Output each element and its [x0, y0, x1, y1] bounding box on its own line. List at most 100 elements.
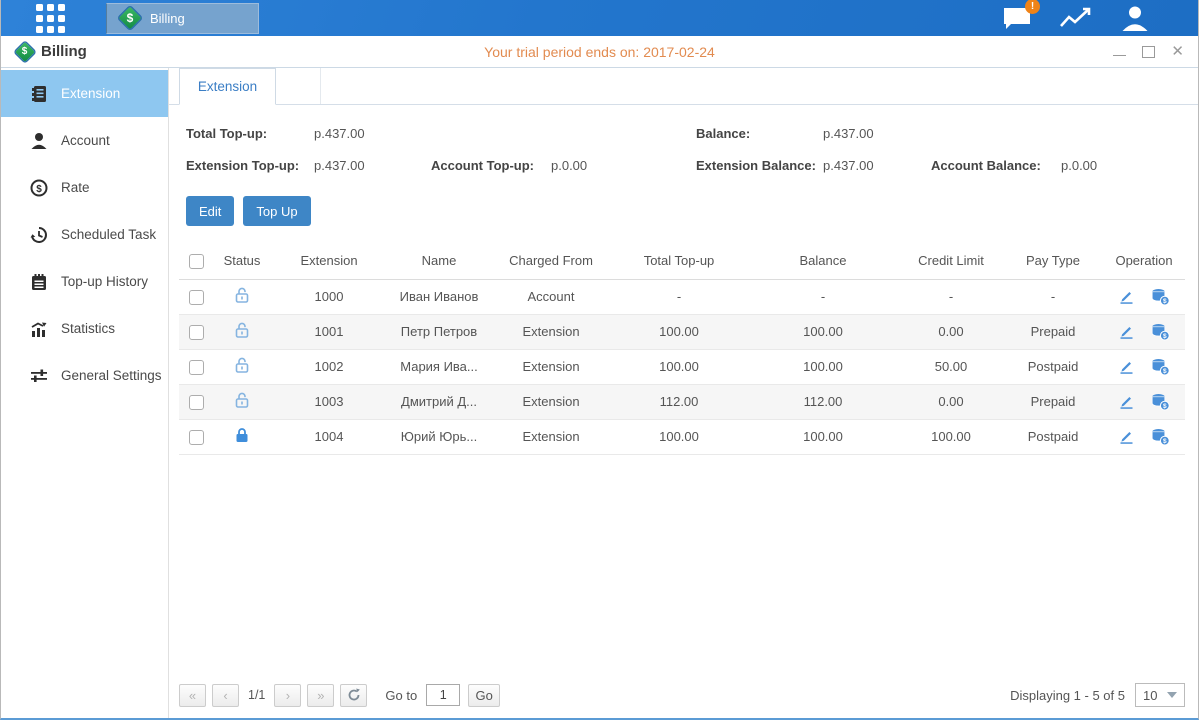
row-checkbox[interactable]: [189, 430, 204, 445]
top-up-button[interactable]: Top Up: [243, 196, 310, 226]
svg-text:$: $: [1163, 368, 1167, 375]
edit-pencil-icon[interactable]: [1118, 358, 1135, 375]
taskbar-tab-billing[interactable]: $ Billing: [106, 3, 259, 34]
sidebar-item-extension[interactable]: Extension: [1, 70, 168, 117]
first-page-button[interactable]: «: [179, 684, 206, 707]
window-titlebar: $ Billing Your trial period ends on: 201…: [1, 36, 1198, 68]
table-row: 1001 Петр Петров Extension 100.00 100.00…: [179, 314, 1185, 349]
user-account-icon[interactable]: [1120, 5, 1150, 32]
goto-label: Go to: [385, 688, 417, 703]
account-topup-label: Account Top-up:: [431, 158, 551, 173]
svg-text:$: $: [36, 184, 42, 195]
cell-extension: 1000: [271, 279, 387, 314]
app-grid-icon[interactable]: [36, 4, 65, 33]
cell-charged-from: Extension: [491, 349, 611, 384]
edit-pencil-icon[interactable]: [1118, 393, 1135, 410]
col-balance: Balance: [747, 243, 899, 279]
top-up-coins-icon[interactable]: $: [1151, 288, 1170, 306]
sidebar-item-scheduled-task[interactable]: Scheduled Task: [1, 211, 168, 258]
select-all-checkbox[interactable]: [189, 254, 204, 269]
window-title-label: Billing: [41, 43, 87, 60]
billing-summary: Total Top-up: p.437.00 Balance: p.437.00…: [169, 105, 1198, 173]
row-checkbox[interactable]: [189, 360, 204, 375]
unlocked-icon: [233, 391, 251, 412]
close-button[interactable]: ✕: [1171, 45, 1184, 59]
table-row: 1002 Мария Ива... Extension 100.00 100.0…: [179, 349, 1185, 384]
pagination-bar: « ‹ 1/1 › » Go to Go Displaying 1 - 5 of…: [179, 683, 1185, 707]
prev-page-button[interactable]: ‹: [212, 684, 239, 707]
col-pay-type: Pay Type: [1003, 243, 1103, 279]
account-balance-value: p.0.00: [1061, 158, 1198, 173]
top-up-coins-icon[interactable]: $: [1151, 323, 1170, 341]
table-row: 1004 Юрий Юрь... Extension 100.00 100.00…: [179, 419, 1185, 454]
tab-extension[interactable]: Extension: [179, 68, 276, 105]
chevron-down-icon: [1167, 692, 1177, 698]
cell-total-topup: 100.00: [611, 349, 747, 384]
cell-pay-type: Prepaid: [1003, 384, 1103, 419]
edit-pencil-icon[interactable]: [1118, 323, 1135, 340]
page-indicator: 1/1: [248, 688, 265, 702]
edit-pencil-icon[interactable]: [1118, 428, 1135, 445]
total-topup-value: p.437.00: [314, 126, 431, 141]
cell-total-topup: 112.00: [611, 384, 747, 419]
goto-input[interactable]: [426, 684, 460, 706]
col-charged-from: Charged From: [491, 243, 611, 279]
sidebar-item-account[interactable]: Account: [1, 117, 168, 164]
notebook-icon: [30, 273, 48, 291]
col-status: Status: [213, 243, 271, 279]
cell-charged-from: Account: [491, 279, 611, 314]
last-page-button[interactable]: »: [307, 684, 334, 707]
history-clock-icon: [30, 226, 48, 244]
main-content: Extension Total Top-up: p.437.00 Balance…: [169, 68, 1198, 718]
notifications-icon[interactable]: !: [1002, 5, 1032, 32]
cell-balance: 100.00: [747, 314, 899, 349]
unlocked-icon: [233, 286, 251, 307]
minimize-button[interactable]: [1113, 45, 1126, 59]
refresh-icon[interactable]: [340, 684, 367, 707]
sidebar-item-topup-history[interactable]: Top-up History: [1, 258, 168, 305]
dollar-circle-icon: $: [30, 179, 48, 197]
cell-charged-from: Extension: [491, 314, 611, 349]
cell-extension: 1003: [271, 384, 387, 419]
col-credit-limit: Credit Limit: [899, 243, 1003, 279]
row-checkbox[interactable]: [189, 325, 204, 340]
sidebar-item-statistics[interactable]: Statistics: [1, 305, 168, 352]
svg-text:$: $: [1163, 333, 1167, 340]
edit-button[interactable]: Edit: [186, 196, 234, 226]
window-title: $ Billing: [15, 42, 87, 61]
bar-chart-icon: [30, 320, 48, 338]
cell-credit-limit: 100.00: [899, 419, 1003, 454]
sidebar-item-label: Account: [61, 133, 110, 148]
sidebar-item-rate[interactable]: $ Rate: [1, 164, 168, 211]
tabstrip-divider: [276, 68, 321, 105]
ledger-icon: [30, 85, 48, 103]
edit-pencil-icon[interactable]: [1118, 288, 1135, 305]
tabstrip: Extension: [169, 68, 1198, 105]
sidebar-item-label: Statistics: [61, 321, 115, 336]
next-page-button[interactable]: ›: [274, 684, 301, 707]
trial-notice: Your trial period ends on: 2017-02-24: [484, 44, 715, 60]
cell-credit-limit: 0.00: [899, 314, 1003, 349]
cell-charged-from: Extension: [491, 384, 611, 419]
statistics-chart-icon[interactable]: [1059, 5, 1093, 31]
unlocked-icon: [233, 356, 251, 377]
cell-credit-limit: -: [899, 279, 1003, 314]
top-up-coins-icon[interactable]: $: [1151, 428, 1170, 446]
row-checkbox[interactable]: [189, 395, 204, 410]
row-checkbox[interactable]: [189, 290, 204, 305]
sidebar-item-general-settings[interactable]: General Settings: [1, 352, 168, 399]
top-up-coins-icon[interactable]: $: [1151, 358, 1170, 376]
cell-extension: 1002: [271, 349, 387, 384]
page-size-select[interactable]: 10: [1135, 683, 1185, 707]
maximize-button[interactable]: [1142, 45, 1155, 59]
go-button[interactable]: Go: [468, 684, 500, 707]
cell-total-topup: 100.00: [611, 419, 747, 454]
cell-name: Иван Иванов: [387, 279, 491, 314]
col-total-topup: Total Top-up: [611, 243, 747, 279]
top-up-coins-icon[interactable]: $: [1151, 393, 1170, 411]
extension-topup-value: p.437.00: [314, 158, 431, 173]
extension-balance-value: p.437.00: [823, 158, 931, 173]
cell-name: Дмитрий Д...: [387, 384, 491, 419]
total-topup-label: Total Top-up:: [186, 126, 314, 141]
cell-balance: 100.00: [747, 419, 899, 454]
